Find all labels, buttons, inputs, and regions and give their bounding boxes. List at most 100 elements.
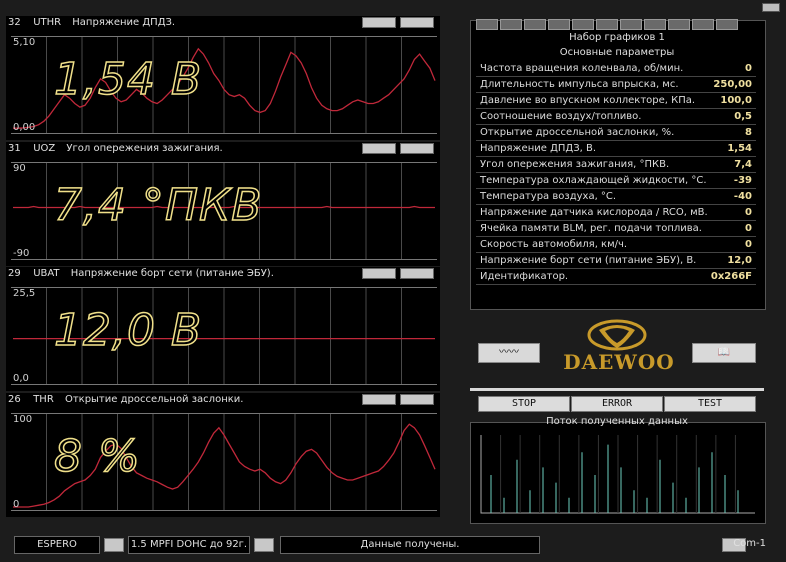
book-button[interactable]: 📖 [692,343,756,363]
graph-set-tab[interactable] [668,19,690,30]
parameter-label: Температура охлаждающей жидкости, °С. [480,175,707,186]
brand-logo-text: DAEWOO [563,350,675,374]
graph-set-tab[interactable] [500,19,522,30]
y-axis-min-label: 0,00 [13,122,36,133]
graph-set-title: Набор графиков 1 [569,32,665,43]
graph-set-tab[interactable] [620,19,642,30]
graph-set-tab[interactable] [572,19,594,30]
graph-set-tab[interactable] [476,19,498,30]
stop-button[interactable]: STOP [478,396,570,412]
car-model-field: ESPERO [14,536,100,554]
graph-set-tab[interactable] [716,19,738,30]
chart-settings-button[interactable] [400,394,434,405]
parameter-row: Идентификатор. 0x266F [476,270,756,285]
current-value-display: 8 % [53,430,141,483]
car-model-select-button[interactable] [104,538,124,552]
parameter-value: 0 [745,239,752,250]
chart-settings-button[interactable] [400,268,434,279]
parameter-value: 0x266F [710,271,752,282]
engine-select-button[interactable] [254,538,274,552]
close-window-button[interactable] [762,3,780,12]
chart-settings-button[interactable] [400,17,434,28]
parameter-label: Соотношение воздух/топливо. [480,111,642,122]
error-button[interactable]: ERROR [571,396,663,412]
graph-set-tab[interactable] [644,19,666,30]
chart-title: Напряжение борт сети (питание ЭБУ). [70,268,274,279]
parameter-label: Температура воздуха, °С. [480,191,617,202]
chart-title: Угол опережения зажигания. [66,143,223,154]
parameter-label: Напряжение борт сети (питание ЭБУ), В. [480,255,697,266]
parameter-row: Скорость автомобиля, км/ч. 0 [476,238,756,253]
graph-set-tab[interactable] [596,19,618,30]
chart-minimize-button[interactable] [362,143,396,154]
graph-button[interactable]: 〰〰 [478,343,540,363]
parameter-value: 12,0 [727,255,752,266]
chart-panel-uthr: 32 UTHR Напряжение ДПДЗ. 5,10 0,00 1,54 … [6,16,440,140]
parameter-row: Ячейка памяти BLM, рег. подачи топлива. 0 [476,222,756,237]
graph-set-tab[interactable] [548,19,570,30]
chart-minimize-button[interactable] [362,394,396,405]
parameter-label: Давление во впускном коллекторе, КПа. [480,95,696,106]
chart-number: 26 [8,394,21,405]
test-button[interactable]: TEST [664,396,756,412]
parameter-value: 8 [745,127,752,138]
chart-buttons [358,17,434,36]
parameter-label: Скорость автомобиля, км/ч. [480,239,628,250]
parameter-value: 0 [745,207,752,218]
parameter-value: 1,54 [727,143,752,154]
parameter-value: 0 [745,223,752,234]
current-value-display: 12,0 В [53,304,203,357]
parameter-row: Длительность импульса впрыска, мс. 250,00 [476,78,756,93]
chart-title: Напряжение ДПДЗ. [72,17,176,28]
engine-field: 1.5 MPFI DOHC до 92г. [128,536,250,554]
parameter-row: Угол опережения зажигания, °ПКВ. 7,4 [476,158,756,173]
chart-panel-uoz: 31 UOZ Угол опережения зажигания. 90 -90… [6,142,440,266]
chart-code: THR [33,394,54,405]
y-axis-max-label: 100 [13,414,33,425]
chart-panel-thr: 26 THR Открытие дроссельной заслонки. 10… [6,393,440,517]
data-flow-title: Поток полученных данных [546,416,688,427]
separator-strip [470,388,764,391]
chart-settings-button[interactable] [400,143,434,154]
chart-code: UTHR [33,17,62,28]
com-port-label: Com-1 [733,538,766,549]
y-axis-max-label: 90 [13,163,26,174]
main-window: 32 UTHR Напряжение ДПДЗ. 5,10 0,00 1,54 … [0,0,786,562]
graph-set-tabs [476,15,758,30]
parameter-row: Напряжение датчика кислорода / RCO, мВ. 0 [476,206,756,221]
parameter-label: Ячейка памяти BLM, рег. подачи топлива. [480,223,702,234]
parameter-row: Температура охлаждающей жидкости, °С. -39 [476,174,756,189]
graph-set-tab[interactable] [692,19,714,30]
chart-minimize-button[interactable] [362,17,396,28]
chart-code: UOZ [33,143,56,154]
chart-code: UBAT [33,268,60,279]
parameter-value: 100,0 [720,95,752,106]
chart-number: 29 [8,268,21,279]
y-axis-max-label: 25,5 [13,288,36,299]
parameter-row: Температура воздуха, °С. -40 [476,190,756,205]
parameter-label: Идентификатор. [480,271,569,282]
chart-minimize-button[interactable] [362,268,396,279]
chart-buttons [358,268,434,287]
status-message: Данные получены. [280,536,540,554]
parameter-label: Напряжение датчика кислорода / RCO, мВ. [480,207,708,218]
parameter-row: Частота вращения коленвала, об/мин. 0 [476,62,756,77]
parameter-value: 0,5 [734,111,752,122]
graph-set-tab[interactable] [524,19,546,30]
data-flow-panel [470,422,766,524]
chart-number: 32 [8,17,21,28]
parameter-row: Открытие дроссельной заслонки, %. 8 [476,126,756,141]
chart-buttons [358,143,434,162]
y-axis-min-label: -90 [13,248,30,259]
parameter-label: Напряжение ДПДЗ, В. [480,143,597,154]
chart-title: Открытие дроссельной заслонки. [64,394,244,405]
parameter-value: -40 [733,191,752,202]
parameter-value: -39 [733,175,752,186]
parameter-label: Частота вращения коленвала, об/мин. [480,63,684,74]
book-icon: 📖 [717,347,731,358]
parameter-label: Длительность импульса впрыска, мс. [480,79,679,90]
parameter-label: Открытие дроссельной заслонки, %. [480,127,675,138]
chart-number: 31 [8,143,21,154]
parameter-row: Напряжение борт сети (питание ЭБУ), В. 12… [476,254,756,269]
parameter-value: 7,4 [734,159,752,170]
